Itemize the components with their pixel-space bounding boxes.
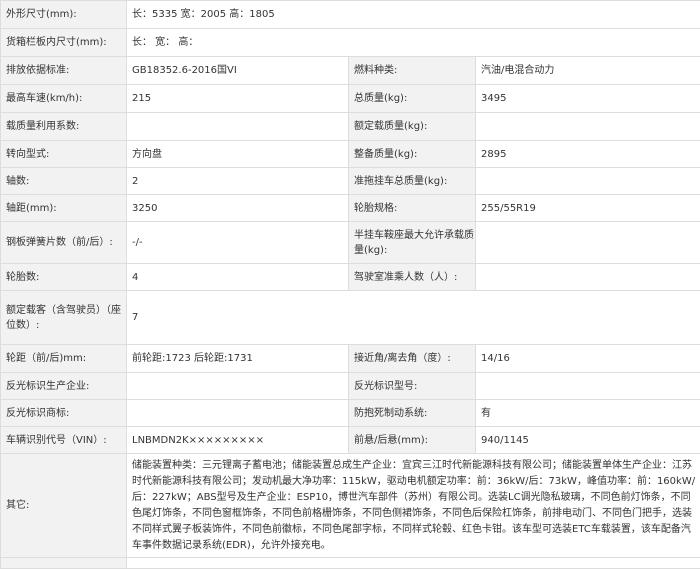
table-row: 车辆识别代号（VIN）: LNBMDN2K××××××××× 前悬/后悬(mm)…	[1, 427, 700, 454]
spec-label: 载质量利用系数:	[1, 113, 127, 141]
spec-value: LNBMDN2K×××××××××	[127, 427, 349, 454]
table-row	[1, 558, 700, 569]
spec-value: GB18352.6-2016国VI	[127, 57, 349, 85]
spec-label: 排放依据标准:	[1, 57, 127, 85]
spec-value: 储能装置种类：三元锂离子蓄电池；储能装置总成生产企业：宜宾三江时代新能源科技有限…	[127, 454, 700, 558]
spec-value: 有	[476, 400, 700, 427]
table-row: 轮胎数: 4 驾驶室准乘人数（人）:	[1, 264, 700, 291]
spec-value: 长： 宽： 高：	[127, 29, 700, 57]
spec-label: 前悬/后悬(mm):	[349, 427, 476, 454]
table-row: 钢板弹簧片数（前/后）: -/- 半挂车鞍座最大允许承载质量(kg):	[1, 222, 700, 264]
vehicle-spec-table: 外形尺寸(mm): 长：5335 宽：2005 高：1805 货箱栏板内尺寸(m…	[0, 0, 700, 569]
table-row: 反光标识生产企业: 反光标识型号:	[1, 373, 700, 400]
spec-value: 方向盘	[127, 141, 349, 168]
table-row: 额定载客（含驾驶员）（座位数）: 7	[1, 291, 700, 345]
spec-label: 最高车速(km/h):	[1, 85, 127, 113]
table-row: 货箱栏板内尺寸(mm): 长： 宽： 高：	[1, 29, 700, 57]
table-row: 排放依据标准: GB18352.6-2016国VI 燃料种类: 汽油/电混合动力	[1, 57, 700, 85]
spec-label: 车辆识别代号（VIN）:	[1, 427, 127, 454]
spec-value: 长：5335 宽：2005 高：1805	[127, 1, 700, 29]
spec-label: 防抱死制动系统:	[349, 400, 476, 427]
spec-label: 总质量(kg):	[349, 85, 476, 113]
spec-value: 940/1145	[476, 427, 700, 454]
spec-value: -/-	[127, 222, 349, 264]
spec-value	[476, 168, 700, 195]
spec-label: 轮胎规格:	[349, 195, 476, 222]
spec-label: 其它:	[1, 454, 127, 558]
spec-value: 2895	[476, 141, 700, 168]
table-row: 其它: 储能装置种类：三元锂离子蓄电池；储能装置总成生产企业：宜宾三江时代新能源…	[1, 454, 700, 558]
table-row: 轮距（前/后)mm: 前轮距:1723 后轮距:1731 接近角/离去角（度）:…	[1, 345, 700, 373]
spec-label: 轮胎数:	[1, 264, 127, 291]
table-row: 轴数: 2 准拖挂车总质量(kg):	[1, 168, 700, 195]
spec-value: 3495	[476, 85, 700, 113]
spec-value: 前轮距:1723 后轮距:1731	[127, 345, 349, 373]
spec-label: 整备质量(kg):	[349, 141, 476, 168]
spec-value	[127, 558, 700, 569]
spec-label: 反光标识生产企业:	[1, 373, 127, 400]
spec-value: 7	[127, 291, 700, 345]
table-row: 轴距(mm): 3250 轮胎规格: 255/55R19	[1, 195, 700, 222]
spec-label: 接近角/离去角（度）:	[349, 345, 476, 373]
table-row: 载质量利用系数: 额定载质量(kg):	[1, 113, 700, 141]
spec-value: 汽油/电混合动力	[476, 57, 700, 85]
spec-value	[476, 264, 700, 291]
spec-label	[1, 558, 127, 569]
spec-label: 半挂车鞍座最大允许承载质量(kg):	[349, 222, 476, 264]
spec-value	[476, 113, 700, 141]
spec-label: 钢板弹簧片数（前/后）:	[1, 222, 127, 264]
spec-label: 轮距（前/后)mm:	[1, 345, 127, 373]
spec-label: 燃料种类:	[349, 57, 476, 85]
spec-value	[127, 400, 349, 427]
spec-value: 14/16	[476, 345, 700, 373]
spec-label: 货箱栏板内尺寸(mm):	[1, 29, 127, 57]
spec-value	[127, 373, 349, 400]
spec-value: 255/55R19	[476, 195, 700, 222]
spec-value	[127, 113, 349, 141]
spec-label: 转向型式:	[1, 141, 127, 168]
spec-label: 额定载质量(kg):	[349, 113, 476, 141]
spec-label: 轴数:	[1, 168, 127, 195]
table-row: 外形尺寸(mm): 长：5335 宽：2005 高：1805	[1, 1, 700, 29]
spec-label: 反光标识型号:	[349, 373, 476, 400]
spec-value: 2	[127, 168, 349, 195]
table-row: 反光标识商标: 防抱死制动系统: 有	[1, 400, 700, 427]
spec-label: 额定载客（含驾驶员）（座位数）:	[1, 291, 127, 345]
spec-value: 215	[127, 85, 349, 113]
table-row: 最高车速(km/h): 215 总质量(kg): 3495	[1, 85, 700, 113]
spec-label: 反光标识商标:	[1, 400, 127, 427]
spec-label: 轴距(mm):	[1, 195, 127, 222]
spec-value: 3250	[127, 195, 349, 222]
spec-value	[476, 373, 700, 400]
spec-value	[476, 222, 700, 264]
spec-label: 外形尺寸(mm):	[1, 1, 127, 29]
table-row: 转向型式: 方向盘 整备质量(kg): 2895	[1, 141, 700, 168]
spec-label: 准拖挂车总质量(kg):	[349, 168, 476, 195]
spec-label: 驾驶室准乘人数（人）:	[349, 264, 476, 291]
spec-value: 4	[127, 264, 349, 291]
